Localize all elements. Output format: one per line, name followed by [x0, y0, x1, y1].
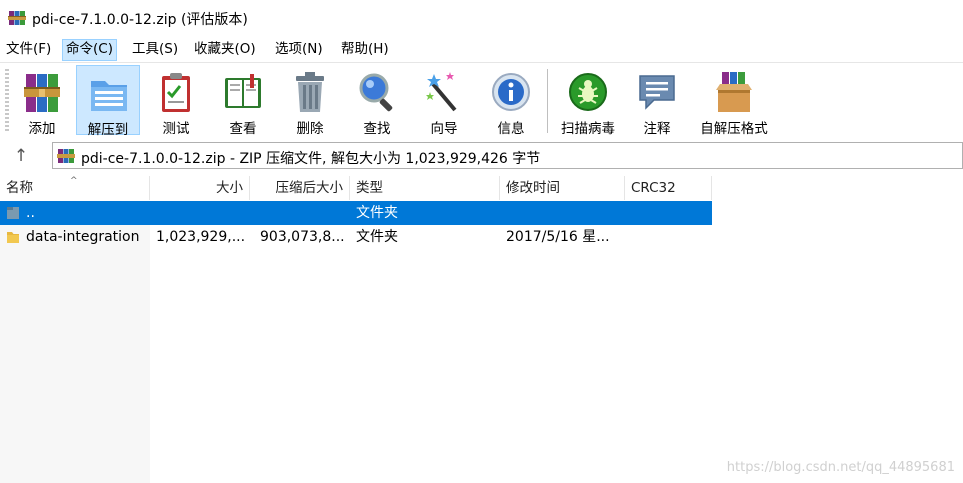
menu-options[interactable]: 选项(N) — [272, 39, 326, 59]
row-type: 文件夹 — [356, 205, 398, 221]
extract-folder-icon — [91, 81, 127, 111]
file-list: ^ 名称 大小 压缩后大小 类型 修改时间 CRC32 .. 文件夹 data-… — [0, 173, 963, 483]
column-name[interactable]: ^ 名称 — [0, 176, 150, 200]
find-button[interactable]: 查找 — [345, 65, 409, 137]
wizard-button[interactable]: 向导 — [412, 65, 476, 137]
parent-folder-icon — [7, 207, 19, 219]
row-type: 文件夹 — [356, 229, 398, 245]
row-name: .. — [26, 205, 35, 221]
sfx-button[interactable]: 自解压格式 — [700, 65, 768, 137]
delete-button[interactable]: 删除 — [278, 65, 342, 137]
table-row[interactable]: data-integration 1,023,929,... 903,073,8… — [0, 225, 712, 249]
address-bar[interactable]: pdi-ce-7.1.0.0-12.zip - ZIP 压缩文件, 解包大小为 … — [52, 142, 963, 169]
row-name: data-integration — [26, 229, 140, 245]
view-book-icon — [225, 74, 261, 108]
row-modified: 2017/5/16 星... — [506, 229, 610, 245]
window-title: pdi-ce-7.1.0.0-12.zip (评估版本) — [32, 12, 248, 28]
scan-virus-button[interactable]: 扫描病毒 — [556, 65, 620, 137]
column-crc32[interactable]: CRC32 — [625, 176, 712, 200]
info-button[interactable]: 信息 — [479, 65, 543, 137]
comment-label: 注释 — [643, 121, 671, 137]
column-modified[interactable]: 修改时间 — [500, 176, 625, 200]
extract-to-button[interactable]: 解压到 — [76, 65, 140, 138]
test-button[interactable]: 测试 — [144, 65, 208, 137]
test-clipboard-icon — [162, 73, 190, 112]
title-bar: pdi-ce-7.1.0.0-12.zip (评估版本) — [0, 0, 963, 36]
address-path: pdi-ce-7.1.0.0-12.zip - ZIP 压缩文件, 解包大小为 … — [81, 151, 541, 167]
trash-can-icon — [296, 72, 324, 112]
sfx-box-icon — [716, 72, 752, 112]
up-arrow-icon[interactable]: ↑ — [10, 146, 32, 166]
menu-favorites[interactable]: 收藏夹(O) — [191, 39, 259, 59]
watermark: https://blog.csdn.net/qq_44895681 — [726, 460, 955, 475]
menu-tools[interactable]: 工具(S) — [129, 39, 181, 59]
comment-button[interactable]: 注释 — [625, 65, 689, 137]
sfx-label: 自解压格式 — [700, 121, 768, 137]
archive-books-icon — [24, 74, 60, 112]
toolbar: 添加 解压到 测试 查看 删除 查找 向导 信息 扫描病毒 注释 自解压格式 — [0, 62, 963, 138]
folder-icon — [7, 232, 19, 243]
virus-scan-icon — [569, 73, 607, 111]
view-button[interactable]: 查看 — [211, 65, 275, 137]
winrar-app-icon — [8, 11, 26, 25]
menu-command[interactable]: 命令(C) — [62, 39, 117, 61]
menu-file[interactable]: 文件(F) — [3, 39, 54, 59]
column-packed-size[interactable]: 压缩后大小 — [250, 176, 350, 200]
column-name-label: 名称 — [6, 180, 33, 196]
row-size: 1,023,929,... — [156, 229, 246, 245]
archive-icon — [57, 149, 75, 163]
menu-help[interactable]: 帮助(H) — [338, 39, 392, 59]
table-row-parent[interactable]: .. 文件夹 — [0, 201, 712, 225]
add-button[interactable]: 添加 — [10, 65, 74, 137]
magic-wand-icon — [426, 72, 457, 112]
comment-icon — [639, 75, 675, 110]
info-label: 信息 — [497, 121, 525, 137]
column-type[interactable]: 类型 — [350, 176, 500, 200]
column-size[interactable]: 大小 — [150, 176, 250, 200]
info-icon — [492, 73, 530, 111]
magnifier-icon — [359, 73, 393, 112]
menu-bar: 文件(F) 命令(C) 工具(S) 收藏夹(O) 选项(N) 帮助(H) — [0, 37, 963, 61]
address-row: ↑ pdi-ce-7.1.0.0-12.zip - ZIP 压缩文件, 解包大小… — [0, 140, 963, 172]
sort-ascending-icon: ^ — [70, 176, 78, 186]
row-packed-size: 903,073,8... — [260, 229, 345, 245]
